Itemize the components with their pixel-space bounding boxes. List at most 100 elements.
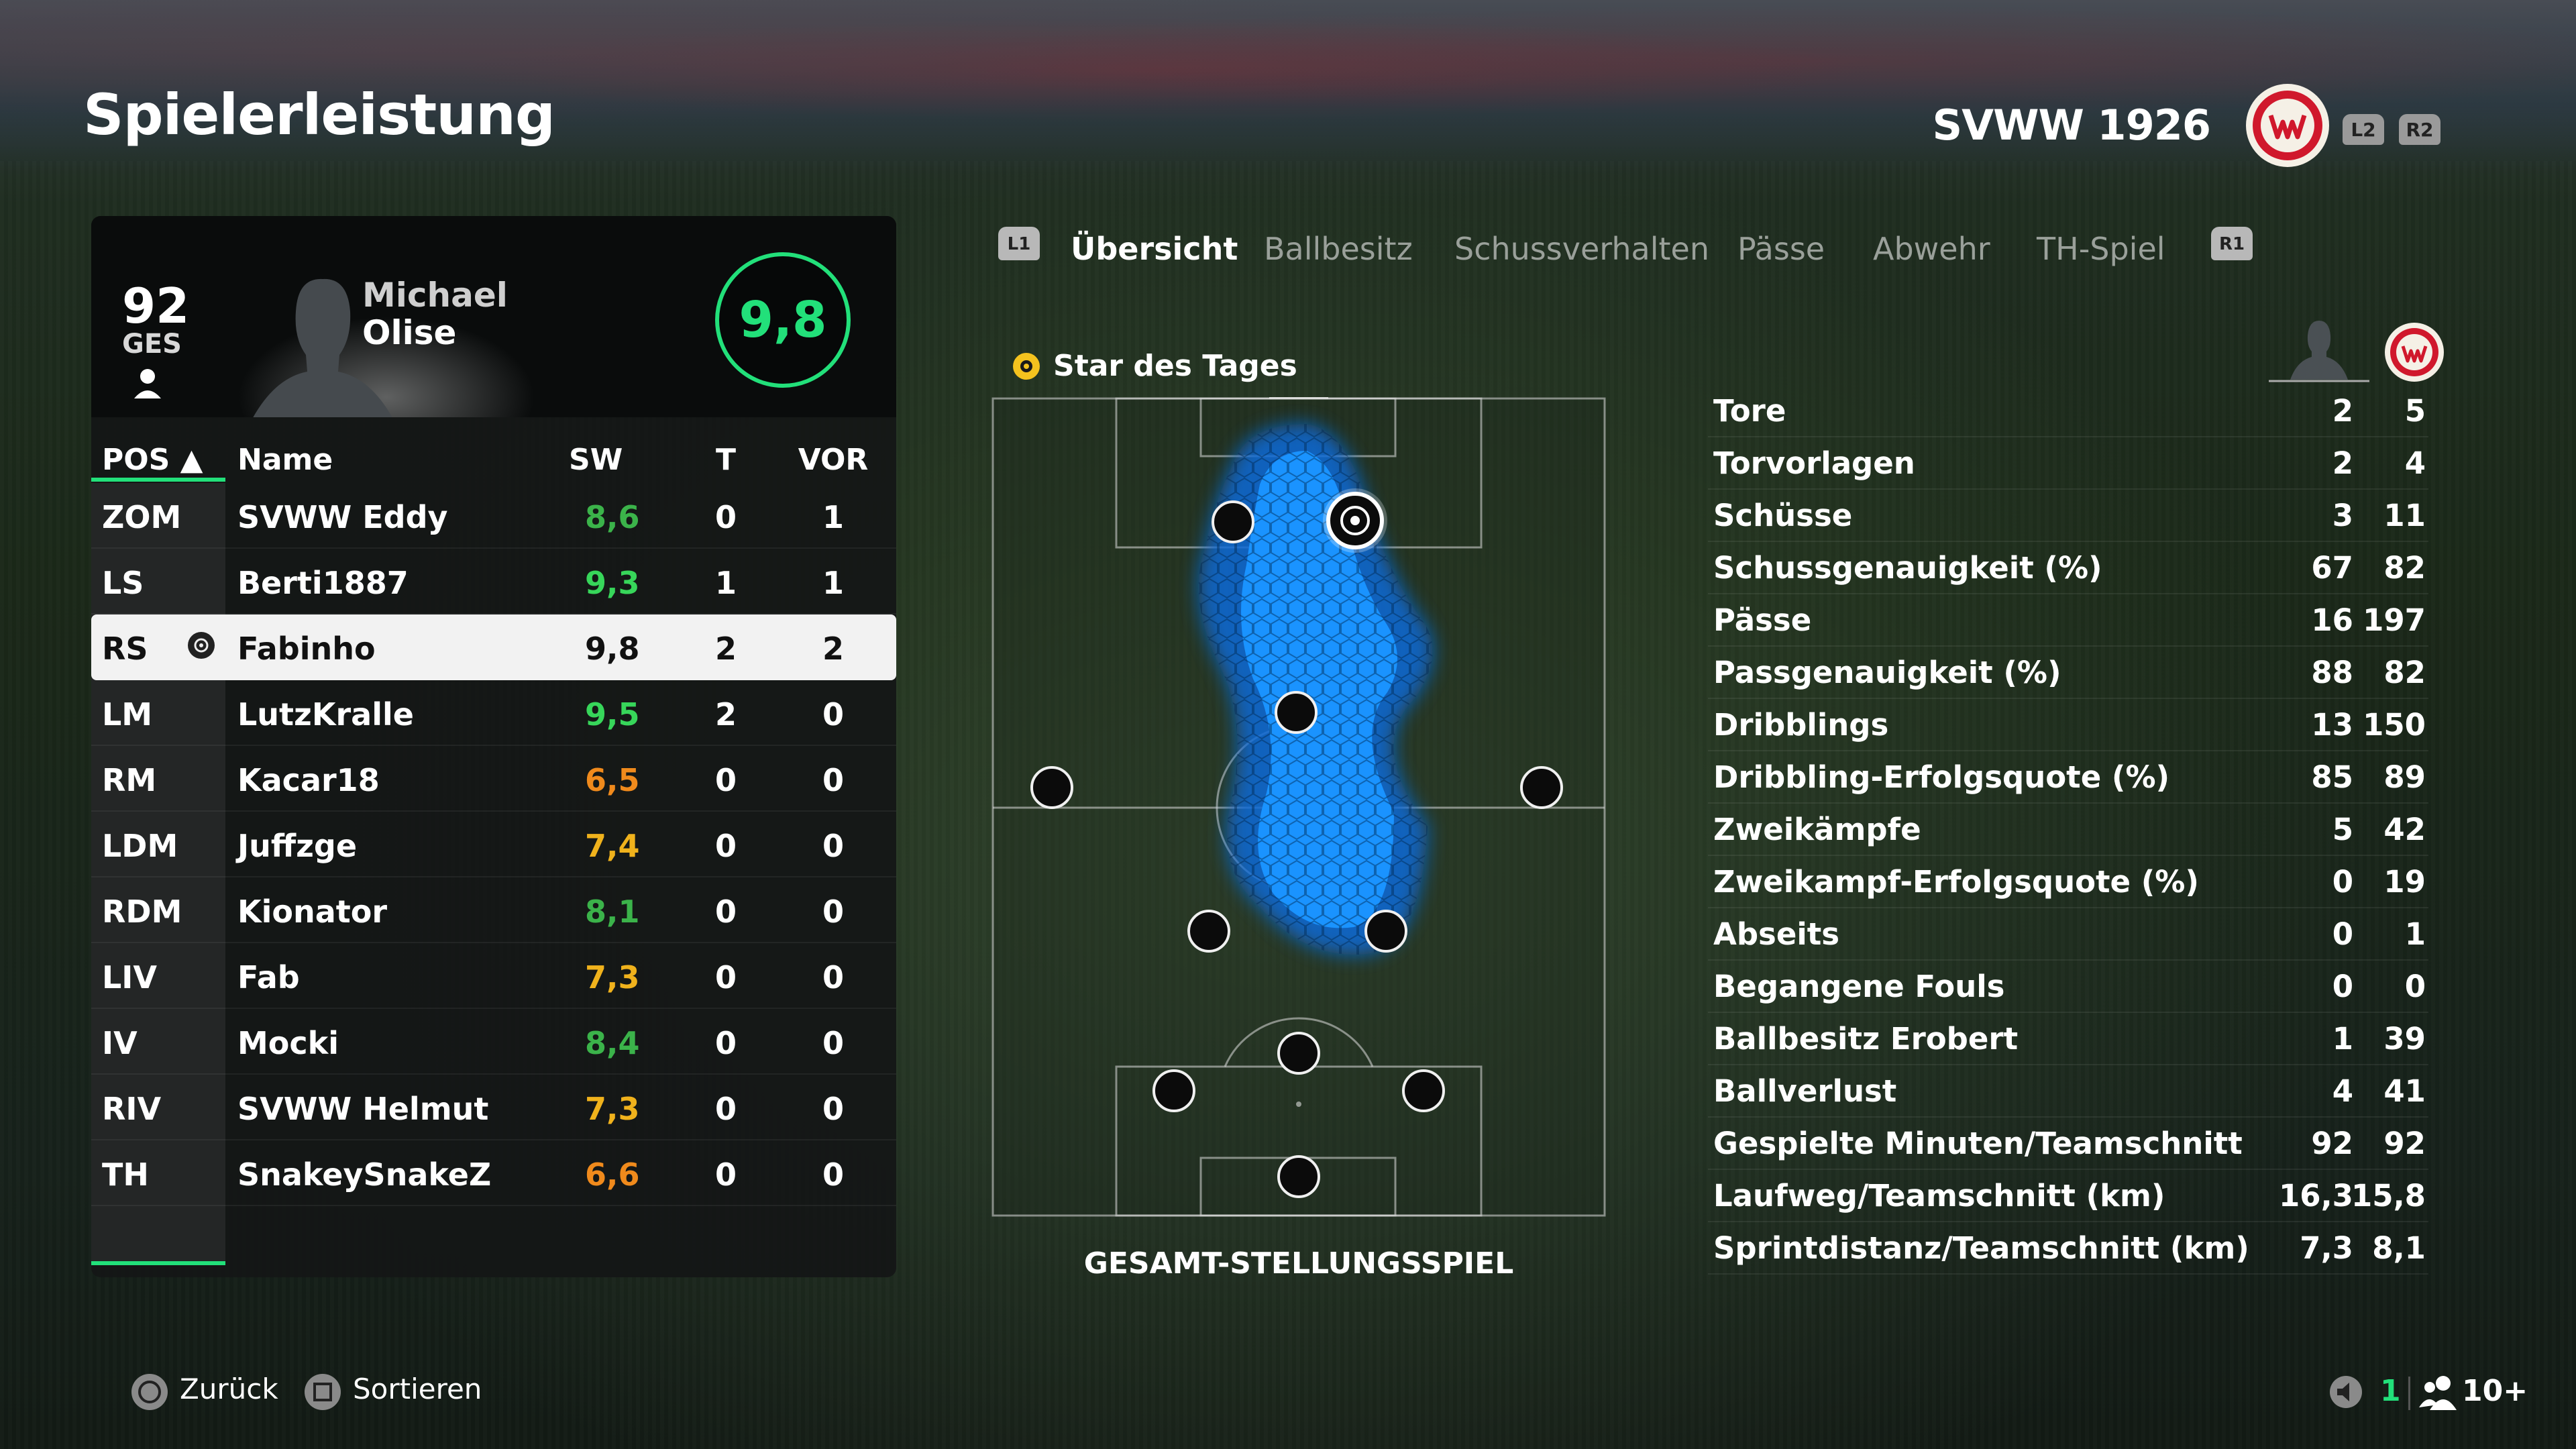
row-rating: 9,3 [585, 565, 640, 601]
stat-player-value: 13 [2311, 707, 2353, 743]
stat-row: Schüsse 3 11 [1708, 488, 2428, 542]
stat-label: Dribblings [1713, 707, 1889, 743]
row-name: SVWW Helmut [237, 1091, 489, 1127]
table-row[interactable]: LIV Fab 7,3 0 0 [91, 943, 896, 1009]
pitch-label: GESAMT-STELLUNGSSPIEL [1083, 1246, 1514, 1281]
header-t[interactable]: T [692, 443, 759, 477]
stat-team-value: 82 [2383, 655, 2426, 690]
stat-label: Abseits [1713, 916, 1840, 952]
stat-team-value: 150 [2363, 707, 2426, 743]
sort-indicator [91, 478, 225, 482]
table-row[interactable]: RDM Kionator 8,1 0 0 [91, 877, 896, 943]
stat-player-value: 67 [2311, 550, 2353, 586]
player-column-icon [2269, 321, 2369, 382]
header-name[interactable]: Name [237, 443, 333, 477]
stat-label: Sprintdistanz/Teamschnitt (km) [1713, 1230, 2249, 1266]
row-position: RM [102, 762, 157, 798]
row-position: LDM [102, 828, 178, 864]
stat-label: Torvorlagen [1713, 445, 1915, 481]
row-goals: 0 [714, 499, 737, 535]
sort-label[interactable]: Sortieren [353, 1373, 482, 1405]
row-goals: 0 [714, 1091, 737, 1127]
stat-team-value: 92 [2383, 1126, 2426, 1161]
row-position: TH [102, 1157, 149, 1193]
stat-team-value: 8,1 [2372, 1230, 2426, 1266]
stat-player-value: 92 [2311, 1126, 2353, 1161]
stat-team-value: 39 [2383, 1021, 2426, 1057]
players-icon [2419, 1376, 2457, 1410]
row-name: Berti1887 [237, 565, 409, 601]
stat-row: Sprintdistanz/Teamschnitt (km) 7,3 8,1 [1708, 1221, 2428, 1275]
stat-team-value: 42 [2383, 812, 2426, 847]
row-assists: 0 [822, 959, 844, 996]
stat-row: Passgenauigkeit (%) 88 82 [1708, 645, 2428, 699]
player-card: 92 GES Michael Olise 9,8 [91, 216, 896, 417]
tab-th-spiel[interactable]: TH-Spiel [2037, 231, 2165, 267]
header-vor[interactable]: VOR [793, 443, 873, 477]
stat-team-value: 89 [2383, 759, 2426, 795]
table-row[interactable]: ZOM SVWW Eddy 8,6 0 1 [91, 483, 896, 549]
table-row[interactable]: RIV SVWW Helmut 7,3 0 0 [91, 1075, 896, 1140]
stat-row: Gespielte Minuten/Teamschnitt 92 92 [1708, 1116, 2428, 1170]
team-column-crest-icon [2385, 323, 2444, 382]
row-rating: 8,6 [585, 499, 640, 535]
row-position: RDM [102, 894, 182, 930]
r2-button[interactable]: R2 [2399, 114, 2440, 145]
stat-row: Zweikämpfe 5 42 [1708, 802, 2428, 856]
stat-team-value: 41 [2383, 1073, 2426, 1109]
table-row[interactable]: TH SnakeySnakeZ 6,6 0 0 [91, 1140, 896, 1206]
tab-abwehr[interactable]: Abwehr [1873, 231, 1990, 267]
stat-player-value: 16,3 [2278, 1178, 2353, 1214]
stat-player-value: 2 [2332, 393, 2353, 429]
stat-player-value: 1 [2332, 1021, 2353, 1057]
stat-row: Abseits 0 1 [1708, 907, 2428, 961]
table-row[interactable]: LS Berti1887 9,3 1 1 [91, 549, 896, 614]
circle-button-icon[interactable] [129, 1371, 170, 1413]
player-panel: 92 GES Michael Olise 9,8 POS ▲ Name SW T… [91, 216, 896, 1277]
square-button-icon[interactable] [302, 1371, 343, 1413]
row-rating: 7,3 [585, 959, 640, 996]
tab-uebersicht[interactable]: Übersicht [1071, 231, 1238, 267]
row-name: Kionator [237, 894, 388, 930]
player-last-name: Olise [362, 313, 457, 352]
row-goals: 2 [714, 631, 737, 667]
table-row[interactable]: IV Mocki 8,4 0 0 [91, 1009, 896, 1075]
stat-label: Laufweg/Teamschnitt (km) [1713, 1178, 2165, 1214]
row-goals: 0 [714, 828, 737, 864]
players-count: 10+ [2462, 1374, 2528, 1408]
table-row[interactable]: RS Fabinho 9,8 2 2 [91, 614, 896, 680]
speaker-icon [2330, 1376, 2362, 1408]
stat-team-value: 15,8 [2351, 1178, 2426, 1214]
tab-schussverhalten[interactable]: Schussverhalten [1454, 231, 1709, 267]
table-row[interactable]: LM LutzKralle 9,5 2 0 [91, 680, 896, 746]
stat-player-value: 3 [2332, 498, 2353, 533]
header-sw[interactable]: SW [569, 443, 623, 477]
player-name: Michael Olise [362, 276, 508, 352]
stat-player-value: 4 [2332, 1073, 2353, 1109]
header-pos[interactable]: POS ▲ [102, 443, 203, 477]
stat-label: Ballbesitz Erobert [1713, 1021, 2019, 1057]
l1-button[interactable]: L1 [998, 227, 1040, 260]
row-goals: 0 [714, 894, 737, 930]
row-assists: 0 [822, 1091, 844, 1127]
row-name: Fabinho [237, 631, 376, 667]
row-assists: 2 [822, 631, 844, 667]
table-header: POS ▲ Name SW T VOR [91, 417, 896, 483]
stat-team-value: 11 [2383, 498, 2426, 533]
row-rating: 8,4 [585, 1025, 640, 1061]
row-goals: 0 [714, 1025, 737, 1061]
tab-ballbesitz[interactable]: Ballbesitz [1264, 231, 1413, 267]
row-rating: 7,3 [585, 1091, 640, 1127]
table-row[interactable]: RM Kacar18 6,5 0 0 [91, 746, 896, 812]
back-label[interactable]: Zurück [180, 1373, 278, 1405]
r1-button[interactable]: R1 [2211, 227, 2253, 260]
row-position: LM [102, 696, 153, 733]
tab-paesse[interactable]: Pässe [1737, 231, 1825, 267]
row-assists: 1 [822, 565, 844, 601]
row-position: LS [102, 565, 144, 601]
row-assists: 0 [822, 1157, 844, 1193]
stat-row: Torvorlagen 2 4 [1708, 436, 2428, 490]
l2-button[interactable]: L2 [2343, 114, 2384, 145]
stat-label: Zweikämpfe [1713, 812, 1921, 847]
table-row[interactable]: LDM Juffzge 7,4 0 0 [91, 812, 896, 877]
